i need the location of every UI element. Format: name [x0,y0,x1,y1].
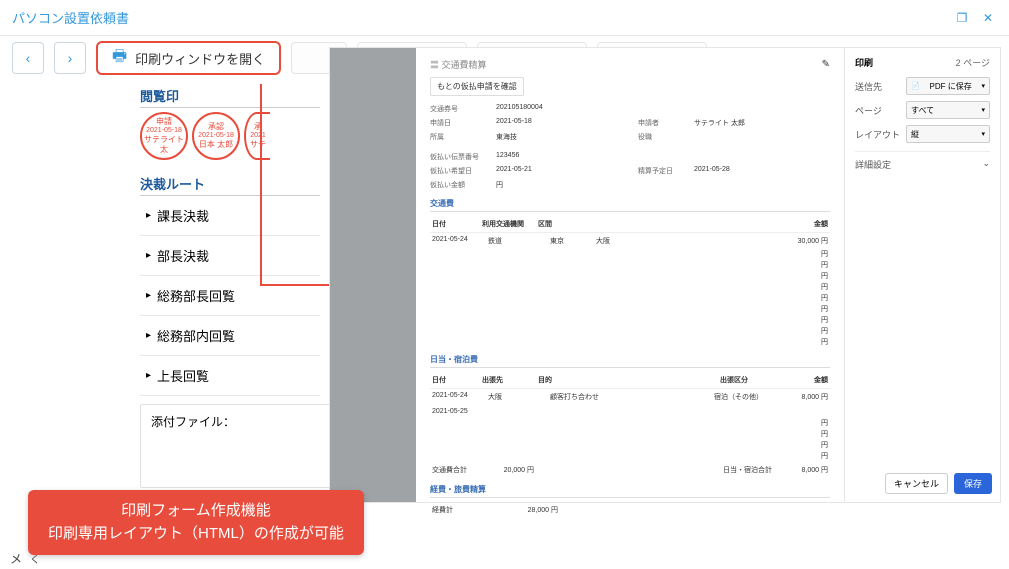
doc-sec-kotsu: 交通費 [430,196,830,212]
print-preview-modal: 〓 交通費精算 ✎ もとの仮払申請を確認 交通券号202105180004 申請… [330,48,1000,502]
more-settings-toggle[interactable]: 詳細設定⌄ [855,151,990,171]
chevron-down-icon: ▾ [981,130,985,138]
layout-select[interactable]: 縦▾ [906,125,990,143]
stamp: 承認2021-05-18日本 太郎 [192,112,240,160]
print-preview-page: 〓 交通費精算 ✎ もとの仮払申請を確認 交通券号202105180004 申請… [416,48,844,502]
open-print-window-button[interactable]: 🖶 印刷ウィンドウを開く [96,41,281,75]
attachment-label: 添付ファイル： [151,415,235,429]
doc-sec-nit: 日当・宿泊費 [430,352,830,368]
next-button[interactable]: › [54,42,86,74]
route-item[interactable]: 課長決裁 [140,196,320,236]
page-select[interactable]: すべて▾ [906,101,990,119]
doc-sec-kei: 経費・旅費精算 [430,482,830,498]
dest-label: 送信先 [855,80,882,93]
print-button-label: 印刷ウィンドウを開く [135,49,265,68]
chevron-down-icon: ▾ [981,106,985,114]
edit-icon[interactable]: ✎ [822,59,830,70]
close-icon[interactable]: ✕ [979,9,997,27]
chevron-down-icon: ▾ [981,82,985,90]
route-item[interactable]: 総務部内回覧 [140,316,320,356]
layout-label: レイアウト [855,128,900,141]
stamp: 承2021サテ [244,112,270,160]
page-label: ページ [855,104,882,117]
annotation-callout: 印刷フォーム作成機能 印刷専用レイアウト（HTML）の作成が可能 [28,490,364,555]
route-item[interactable]: 上長回覧 [140,356,320,396]
footer-text: メ く [10,550,40,567]
section-kanran: 閲覧印 [140,84,320,108]
print-settings-panel: 印刷 2 ページ 送信先 📄 PDF に保存▾ ページ すべて▾ レイアウト 縦… [844,48,1000,502]
route-item[interactable]: 総務部長回覧 [140,276,320,316]
print-panel-pages: 2 ページ [956,56,990,69]
save-button[interactable]: 保存 [954,473,992,494]
duplicate-icon[interactable]: ❐ [953,9,971,27]
prev-button[interactable]: ‹ [12,42,44,74]
annotation-line [260,84,262,284]
doc-confirm-button[interactable]: もとの仮払申請を確認 [430,77,524,96]
dest-select[interactable]: 📄 PDF に保存▾ [906,77,990,95]
stamp: 申請2021-05-18サテライト 太 [140,112,188,160]
printer-icon: 🖶 [112,45,127,72]
page-title[interactable]: パソコン設置依頼書 [12,8,129,27]
doc-title: 〓 交通費精算 [430,58,487,71]
cancel-button[interactable]: キャンセル [885,473,948,494]
chevron-down-icon: ⌄ [982,158,990,171]
route-item[interactable]: 部長決裁 [140,236,320,276]
print-panel-title: 印刷 [855,56,873,69]
section-route: 決裁ルート [140,172,320,196]
